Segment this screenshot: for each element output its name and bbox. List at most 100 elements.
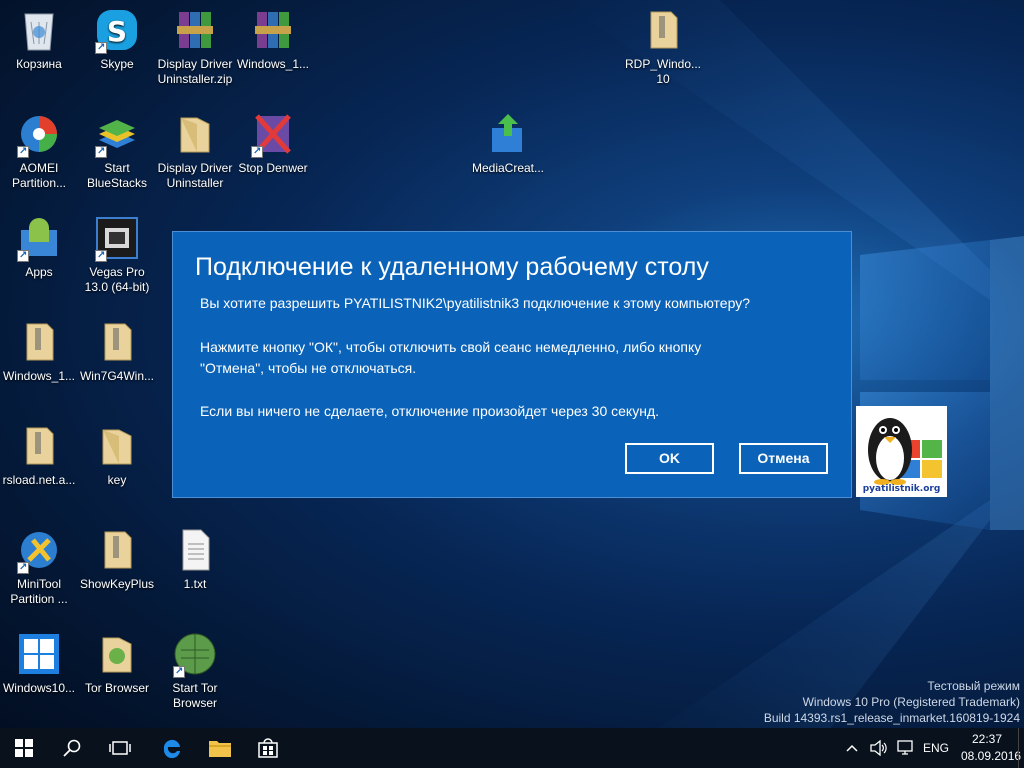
desktop-icon-label: ShowKeyPlus	[79, 577, 155, 591]
remote-desktop-dialog: Подключение к удаленному рабочему столу …	[172, 231, 852, 498]
desktop-icon-showkeyplus[interactable]: ShowKeyPlus	[78, 520, 156, 592]
desktop-icon-rdp[interactable]: RDP_Windo... 10	[624, 0, 702, 87]
skype-icon: S	[93, 6, 141, 55]
windows-start-icon	[15, 739, 33, 757]
desktop-icon-windows1b[interactable]: Windows_1...	[0, 312, 78, 384]
chevron-up-icon	[846, 744, 858, 752]
minitool-icon	[15, 526, 63, 575]
desktop-icon-windows10[interactable]: Windows10...	[0, 624, 78, 696]
desktop-icon-skype[interactable]: S Skype	[78, 0, 156, 72]
desktop-icon-ddu-zip[interactable]: Display Driver Uninstaller.zip	[156, 0, 234, 87]
desktop-icon-label: Windows_1...	[236, 57, 310, 71]
desktop-icon-recycle-bin[interactable]: Корзина	[0, 0, 78, 72]
network-icon	[897, 740, 913, 755]
desktop-icon-label: MediaCreat...	[471, 161, 545, 175]
watermark-line1: Тестовый режим	[927, 679, 1020, 693]
start-button[interactable]	[0, 728, 48, 768]
bluestacks-icon	[93, 110, 141, 159]
desktop-icon-minitool[interactable]: MiniTool Partition ...	[0, 520, 78, 607]
test-mode-watermark: Тестовый режим Windows 10 Pro (Registere…	[764, 678, 1020, 726]
desktop-icon-ddu[interactable]: Display Driver Uninstaller	[156, 104, 234, 191]
task-view-icon	[109, 741, 131, 755]
desktop-icon-label: Win7G4Win...	[79, 369, 154, 383]
folder-zip-icon	[93, 318, 141, 366]
dialog-question: Вы хотите разрешить PYATILISTNIK2\pyatil…	[200, 295, 750, 311]
clock-time[interactable]: 22:37	[972, 732, 1002, 746]
folder-icon	[171, 110, 219, 158]
vegas-pro-icon	[93, 214, 141, 263]
desktop-icon-aomei[interactable]: AOMEI Partition...	[0, 104, 78, 191]
folder-zip-icon	[639, 6, 687, 54]
taskbar-store[interactable]	[244, 728, 292, 768]
desktop-icon-label: Start Tor Browser	[172, 681, 218, 710]
desktop-icon-label: Tor Browser	[84, 681, 149, 695]
show-desktop-button[interactable]	[1018, 728, 1024, 768]
android-apps-icon	[15, 214, 63, 263]
desktop-icon-label: RDP_Windo... 10	[624, 57, 702, 86]
desktop-icon-label: key	[107, 473, 127, 487]
desktop-icon-vegas[interactable]: Vegas Pro 13.0 (64-bit)	[78, 208, 156, 295]
folder-zip-icon	[15, 318, 63, 366]
cancel-button[interactable]: Отмена	[739, 443, 828, 474]
desktop-icon-label: Stop Denwer	[238, 161, 308, 175]
desktop-icon-windows1[interactable]: Windows_1...	[234, 0, 312, 72]
desktop-icon-win7g4[interactable]: Win7G4Win...	[78, 312, 156, 384]
dialog-timeout: Если вы ничего не сделаете, отключение п…	[200, 403, 659, 419]
folder-icon	[93, 422, 141, 470]
folder-icon	[93, 630, 141, 678]
desktop-icon-label: Windows_1...	[2, 369, 76, 383]
site-logo: pyatilistnik.org	[856, 406, 947, 497]
file-explorer-icon	[209, 741, 231, 757]
svg-text:S: S	[107, 15, 127, 48]
desktop-icon-bluestacks[interactable]: Start BlueStacks	[78, 104, 156, 191]
desktop-icon-label: rsload.net.a...	[2, 473, 76, 487]
folder-zip-icon	[15, 422, 63, 470]
network-button[interactable]	[893, 728, 919, 768]
tor-globe-icon	[171, 630, 219, 679]
taskbar-file-explorer[interactable]	[196, 728, 244, 768]
search-icon	[63, 739, 81, 757]
desktop-icon-txt[interactable]: 1.txt	[156, 520, 234, 592]
windows-logo-icon	[15, 630, 63, 678]
speaker-icon	[870, 740, 887, 756]
input-language[interactable]: ENG	[923, 741, 949, 755]
recycle-bin-icon	[15, 6, 63, 54]
desktop-icon-label: AOMEI Partition...	[11, 161, 67, 190]
ok-button[interactable]: OK	[625, 443, 714, 474]
media-creation-tool-icon	[484, 110, 532, 158]
search-button[interactable]	[48, 728, 96, 768]
text-file-icon	[171, 526, 219, 574]
task-view-button[interactable]	[96, 728, 144, 768]
desktop-icon-apps[interactable]: Apps	[0, 208, 78, 280]
desktop-icon-label: MiniTool Partition ...	[10, 577, 68, 606]
desktop-icon-label: Apps	[25, 265, 53, 279]
desktop-icon-label: Display Driver Uninstaller.zip	[157, 57, 233, 86]
watermark-line2: Windows 10 Pro (Registered Trademark)	[802, 695, 1020, 709]
desktop-icon-label: Start BlueStacks	[86, 161, 148, 190]
desktop-icon-label: Vegas Pro 13.0 (64-bit)	[84, 265, 150, 294]
winrar-archive-icon	[171, 6, 219, 54]
denwer-icon	[249, 110, 297, 159]
desktop-icon-label: Windows10...	[2, 681, 76, 695]
winrar-archive-icon	[249, 6, 297, 54]
volume-button[interactable]	[866, 728, 892, 768]
clock-date[interactable]: 08.09.2016	[961, 749, 1021, 763]
dialog-instruction-line2: "Отмена", чтобы не отключаться.	[200, 360, 417, 376]
logo-caption: pyatilistnik.org	[862, 484, 941, 494]
desktop-icon-stop-denwer[interactable]: Stop Denwer	[234, 104, 312, 176]
dialog-instruction-line1: Нажмите кнопку "ОК", чтобы отключить сво…	[200, 339, 702, 355]
desktop-icon-label: Display Driver Uninstaller	[157, 161, 233, 190]
desktop-icon-label: Skype	[100, 57, 134, 71]
desktop-icon-tor-browser[interactable]: Tor Browser	[78, 624, 156, 696]
show-hidden-icons-button[interactable]	[840, 728, 864, 768]
taskbar-edge[interactable]	[148, 728, 196, 768]
edge-browser-icon	[163, 739, 180, 759]
desktop-icon-key[interactable]: key	[78, 416, 156, 488]
aomei-partition-icon	[15, 110, 63, 159]
desktop-icon-rsload[interactable]: rsload.net.a...	[0, 416, 78, 488]
folder-zip-icon	[93, 526, 141, 574]
desktop-icon-label: Корзина	[16, 57, 62, 71]
desktop-icon-mediacreat[interactable]: MediaCreat...	[468, 104, 548, 176]
desktop-icon-start-tor[interactable]: Start Tor Browser	[156, 624, 234, 711]
watermark-line3: Build 14393.rs1_release_inmarket.160819-…	[763, 711, 1020, 725]
